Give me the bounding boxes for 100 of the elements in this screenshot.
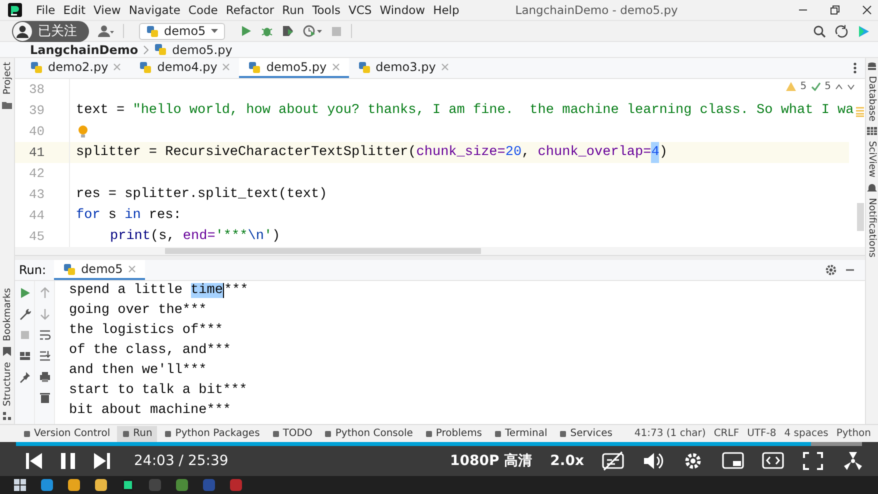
- tool-window-icon: [424, 430, 433, 438]
- side-tab[interactable]: Project: [2, 62, 12, 95]
- more-icon[interactable]: [853, 62, 857, 74]
- app-icon[interactable]: [68, 479, 80, 491]
- bookmark-icon: [3, 346, 11, 356]
- restore-icon[interactable]: [830, 5, 840, 15]
- status-item[interactable]: 4 spaces: [781, 428, 832, 439]
- tool-window-button[interactable]: Run: [117, 426, 158, 442]
- editor-tab[interactable]: demo3.py: [348, 58, 458, 78]
- coverage-icon[interactable]: [282, 25, 294, 37]
- tool-window-icon: [494, 430, 502, 438]
- tool-window-button[interactable]: Python Packages: [159, 426, 265, 442]
- status-item[interactable]: UTF-8: [744, 428, 780, 439]
- follow-button[interactable]: 已关注: [12, 20, 89, 42]
- status-item[interactable]: 41:73 (1 char): [631, 428, 709, 439]
- app-icon[interactable]: [176, 479, 188, 491]
- debug-icon[interactable]: [260, 25, 273, 37]
- chevron-down-icon[interactable]: [847, 84, 855, 90]
- run-config-dropdown[interactable]: demo5: [139, 22, 225, 40]
- editor-tab[interactable]: demo5.py: [239, 58, 349, 78]
- bell-icon: [867, 184, 877, 192]
- side-tab[interactable]: Bookmarks: [2, 288, 12, 341]
- tool-window-button[interactable]: Services: [554, 426, 618, 442]
- python-file-icon: [139, 60, 152, 74]
- speed-button[interactable]: 2.0x: [550, 453, 584, 469]
- output-line: and then we'll***: [69, 362, 208, 380]
- menu-item[interactable]: Code: [184, 3, 222, 17]
- run-panel-label: Run:: [19, 263, 46, 277]
- update-icon[interactable]: [835, 24, 848, 38]
- folder-icon: [2, 100, 12, 109]
- app-icon[interactable]: [41, 479, 53, 491]
- pause-icon[interactable]: [60, 452, 76, 470]
- side-tab[interactable]: SciView: [866, 141, 878, 178]
- structure-icon: [3, 412, 11, 420]
- picture-in-picture-icon[interactable]: [722, 451, 744, 471]
- tool-window-icon: [164, 430, 172, 438]
- tool-window-button[interactable]: TODO: [266, 426, 318, 442]
- soft-wrap-icon[interactable]: [38, 329, 50, 341]
- menu-item[interactable]: Run: [278, 3, 308, 17]
- side-tab[interactable]: Structure: [2, 362, 12, 406]
- app-icon[interactable]: [95, 479, 107, 491]
- python-file-icon: [63, 262, 76, 276]
- tool-window-icon: [23, 430, 31, 438]
- previous-icon[interactable]: [26, 452, 42, 470]
- menu-item[interactable]: File: [32, 3, 60, 17]
- warning-icon: [786, 82, 796, 91]
- user-icon[interactable]: [98, 25, 114, 37]
- widescreen-icon[interactable]: [762, 451, 784, 471]
- warning-count: 5: [800, 81, 807, 92]
- wrench-icon[interactable]: [18, 308, 30, 320]
- search-icon[interactable]: [813, 24, 826, 38]
- start-icon[interactable]: [14, 479, 26, 491]
- output-line: going over the***: [69, 302, 208, 320]
- scrollbar-thumb[interactable]: [857, 203, 864, 231]
- editor-tab[interactable]: demo2.py: [21, 58, 130, 78]
- menu-item[interactable]: Window: [376, 3, 430, 17]
- database-icon: [867, 62, 877, 70]
- breadcrumb-item[interactable]: demo5.py: [172, 42, 232, 56]
- volume-icon[interactable]: [642, 451, 664, 471]
- run-tab[interactable]: demo5: [54, 260, 145, 280]
- scroll-to-end-icon[interactable]: [38, 350, 50, 362]
- tool-window-icon: [559, 430, 568, 438]
- chevron-up-icon[interactable]: [835, 84, 843, 90]
- trefoil-icon[interactable]: [842, 451, 864, 471]
- app-icon[interactable]: [122, 479, 134, 491]
- print-icon[interactable]: [38, 371, 50, 383]
- rerun-icon[interactable]: [18, 287, 30, 299]
- tool-window-icon: [324, 430, 332, 438]
- pin-icon[interactable]: [18, 371, 30, 383]
- trash-icon[interactable]: [38, 392, 50, 404]
- python-file-icon: [146, 24, 159, 38]
- layout-icon[interactable]: [18, 350, 30, 362]
- menu-item[interactable]: Edit: [59, 3, 90, 17]
- quality-button[interactable]: 1080P 高清: [450, 452, 532, 470]
- menu-item[interactable]: Refactor: [222, 3, 278, 17]
- status-item[interactable]: CRLF: [710, 428, 742, 439]
- playback-time: 24:03 / 25:39: [134, 453, 228, 469]
- close-icon[interactable]: [862, 5, 872, 15]
- side-tab[interactable]: Database: [866, 76, 878, 122]
- menu-item[interactable]: View: [90, 3, 125, 17]
- next-icon[interactable]: [94, 452, 110, 470]
- profiler-icon[interactable]: [302, 25, 322, 37]
- breadcrumb-item[interactable]: LangchainDemo: [30, 42, 138, 56]
- editor-tab[interactable]: demo4.py: [130, 58, 240, 78]
- menu-item[interactable]: Tools: [308, 3, 345, 17]
- tool-window-button[interactable]: Problems: [420, 426, 488, 442]
- side-tab[interactable]: Notifications: [866, 198, 878, 258]
- tool-window-button[interactable]: Python Console: [319, 426, 418, 442]
- settings-icon[interactable]: [825, 264, 837, 276]
- run-icon[interactable]: [240, 25, 252, 37]
- tool-window-button[interactable]: Version Control: [18, 426, 116, 442]
- tool-window-button[interactable]: Terminal: [489, 426, 552, 442]
- menu-item[interactable]: VCS: [344, 3, 376, 17]
- fullscreen-icon[interactable]: [802, 451, 824, 471]
- subtitle-icon[interactable]: [602, 451, 624, 471]
- menu-item[interactable]: Help: [429, 3, 464, 17]
- menu-item[interactable]: Navigate: [124, 3, 184, 17]
- scrollbar-thumb[interactable]: [165, 248, 481, 254]
- python-file-icon: [30, 60, 43, 74]
- status-item[interactable]: Python: [833, 428, 874, 439]
